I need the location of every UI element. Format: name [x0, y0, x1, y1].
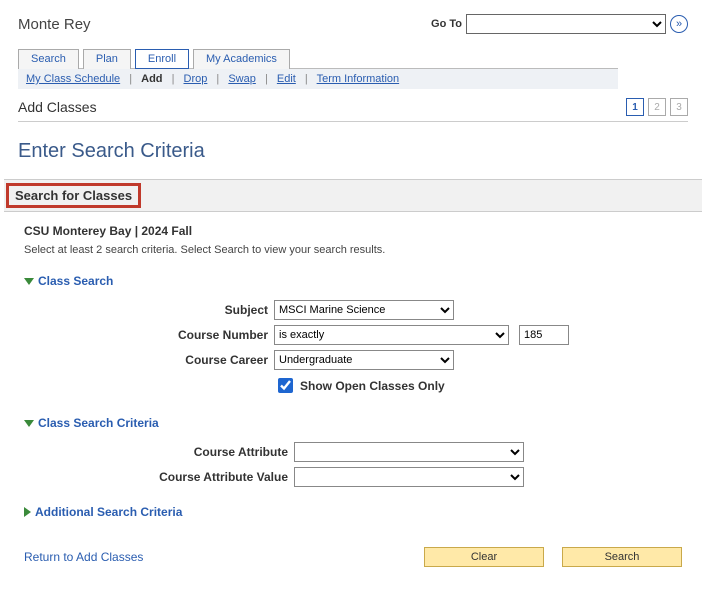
page-header: Add Classes [18, 99, 97, 115]
subnav-term-information[interactable]: Term Information [317, 73, 400, 85]
section-class-search-criteria[interactable]: Class Search Criteria [24, 416, 682, 430]
section-class-search-label: Class Search [38, 274, 113, 288]
show-open-checkbox[interactable] [278, 378, 293, 393]
instruction-text: Select at least 2 search criteria. Selec… [24, 244, 682, 256]
collapse-icon [24, 420, 34, 427]
double-chevron-right-icon: » [676, 18, 682, 30]
section-class-search[interactable]: Class Search [24, 274, 682, 288]
institution-term: CSU Monterey Bay | 2024 Fall [24, 224, 682, 238]
course-number-input[interactable] [519, 325, 569, 345]
show-open-label: Show Open Classes Only [300, 379, 445, 393]
subnav-my-class-schedule[interactable]: My Class Schedule [26, 73, 120, 85]
step-1: 1 [626, 98, 644, 116]
subject-label: Subject [24, 303, 274, 317]
course-number-op-select[interactable]: is exactly [274, 325, 509, 345]
course-career-label: Course Career [24, 353, 274, 367]
tab-enroll[interactable]: Enroll [135, 49, 189, 69]
tab-search[interactable]: Search [18, 49, 79, 69]
expand-icon [24, 507, 31, 517]
tab-plan[interactable]: Plan [83, 49, 131, 69]
subnav-edit[interactable]: Edit [277, 73, 296, 85]
section-additional-label: Additional Search Criteria [35, 505, 182, 519]
goto-button[interactable]: » [670, 15, 688, 33]
subnav-drop[interactable]: Drop [184, 73, 208, 85]
goto-label: Go To [431, 18, 462, 30]
sub-nav: My Class Schedule | Add | Drop | Swap | … [18, 69, 618, 89]
subnav-add[interactable]: Add [141, 73, 162, 85]
course-attribute-value-select[interactable] [294, 467, 524, 487]
search-for-classes-label: Search for Classes [6, 183, 141, 208]
step-3: 3 [670, 98, 688, 116]
page-title: Enter Search Criteria [18, 140, 688, 163]
course-career-select[interactable]: Undergraduate [274, 350, 454, 370]
student-name: Monte Rey [18, 16, 91, 33]
goto-select[interactable] [466, 14, 666, 34]
search-button[interactable]: Search [562, 547, 682, 567]
section-additional-criteria[interactable]: Additional Search Criteria [24, 505, 682, 519]
course-attribute-select[interactable] [294, 442, 524, 462]
step-indicator: 1 2 3 [626, 98, 688, 116]
subject-select[interactable]: MSCI Marine Science [274, 300, 454, 320]
course-number-label: Course Number [24, 328, 274, 342]
clear-button[interactable]: Clear [424, 547, 544, 567]
course-attribute-value-label: Course Attribute Value [24, 470, 294, 484]
course-attribute-label: Course Attribute [24, 445, 294, 459]
collapse-icon [24, 278, 34, 285]
section-class-search-criteria-label: Class Search Criteria [38, 416, 159, 430]
step-2: 2 [648, 98, 666, 116]
subnav-swap[interactable]: Swap [228, 73, 256, 85]
tab-my-academics[interactable]: My Academics [193, 49, 290, 69]
return-link[interactable]: Return to Add Classes [24, 550, 143, 564]
